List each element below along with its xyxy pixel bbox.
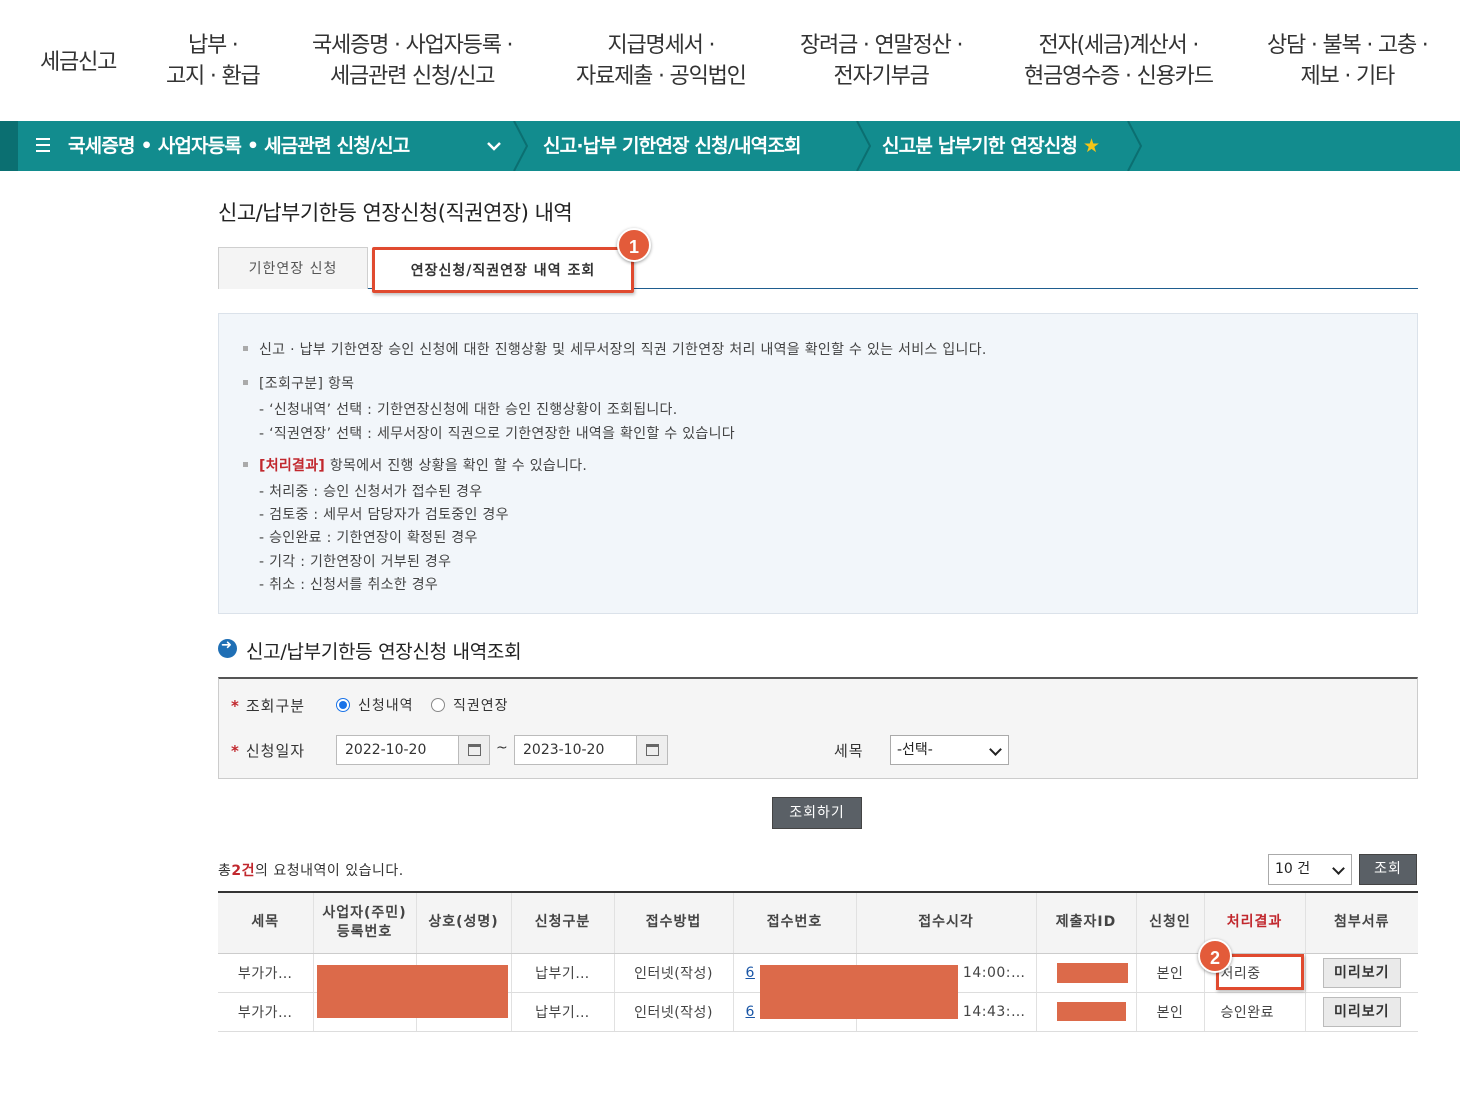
chevron-down-icon: [989, 743, 1002, 756]
radio-application-label[interactable]: 신청내역: [358, 695, 414, 715]
cell-status: 승인완료: [1203, 992, 1305, 1032]
table-header-row: 세목 사업자(주민) 등록번호 상호(성명) 신청구분 접수방법 접수번호 접수…: [218, 891, 1418, 954]
chevron-down-icon: [1332, 862, 1345, 875]
breadcrumb-item-extension[interactable]: 신고·납부 기한연장 신청/내역조회: [543, 121, 802, 171]
info-status-item: - 기각 : 기한연장이 거부된 경우: [259, 554, 452, 570]
step-badge-1: 1: [617, 228, 651, 262]
nav-statements[interactable]: 지급명세서 · 자료제출 · 공익법인: [576, 30, 747, 92]
info-line: - ‘신청내역’ 선택 : 기한연장신청에 대한 승인 진행상황이 조회됩니다.: [259, 402, 678, 418]
cell-tax: 부가가…: [218, 992, 313, 1032]
info-status-item: - 취소 : 신청서를 취소한 경우: [259, 577, 439, 593]
breadcrumb: 국세증명 • 사업자등록 • 세금관련 신청/신고 신고·납부 기한연장 신청/…: [0, 121, 1460, 171]
search-form: * 조회구분 신청내역 직권연장 * 신청일자 2022-10-20 ~ 2023-…: [218, 677, 1418, 779]
nav-certificate[interactable]: 국세증명 · 사업자등록 · 세금관련 신청/신고: [312, 30, 514, 92]
info-status-item: - 처리중 : 승인 신청서가 접수된 경우: [259, 484, 483, 500]
result-count: 총2건의 요청내역이 있습니다.: [218, 863, 404, 879]
cell-method: 인터넷(작성): [613, 953, 733, 993]
tab-bar: 기한연장 신청 연장신청/직권연장 내역 조회: [218, 247, 1418, 293]
col-header: 사업자(주민) 등록번호: [312, 891, 416, 954]
cell-type: 납부기…: [510, 953, 614, 993]
col-header: 상호(성명): [415, 891, 511, 954]
breadcrumb-item-certificate[interactable]: 국세증명 • 사업자등록 • 세금관련 신청/신고: [68, 121, 410, 171]
preview-button[interactable]: 미리보기: [1322, 996, 1401, 1027]
info-line: - ‘직권연장’ 선택 : 세무서장이 직권으로 기한연장한 내역을 확인할 수…: [259, 426, 735, 442]
nav-e-invoice[interactable]: 전자(세금)계산서 · 현금영수증 · 신용카드: [1024, 30, 1214, 92]
cell-attach: 미리보기: [1304, 953, 1418, 993]
page-title: 신고/납부기한등 연장신청(직권연장) 내역: [218, 201, 573, 225]
bullet-icon: [243, 462, 248, 467]
col-header: 접수시각: [855, 891, 1036, 954]
receipt-no-link[interactable]: 6: [746, 1004, 755, 1020]
receipt-no-link[interactable]: 6: [746, 965, 755, 981]
calendar-icon[interactable]: [636, 735, 668, 765]
redaction-block: [760, 965, 958, 1019]
breadcrumb-separator-icon: [513, 121, 529, 171]
col-header: 신청인: [1135, 891, 1204, 954]
date-range-separator: ~: [496, 740, 509, 756]
breadcrumb-left-strip: [0, 121, 18, 171]
query-type-label: * 조회구분: [231, 697, 306, 715]
cell-applicant: 본인: [1135, 953, 1204, 993]
menu-icon[interactable]: [36, 138, 50, 154]
date-from-input[interactable]: 2022-10-20: [336, 735, 459, 765]
col-header: 첨부서류: [1304, 891, 1418, 954]
date-label: * 신청일자: [231, 742, 306, 760]
info-line: 신고 · 납부 기한연장 승인 신청에 대한 진행상황 및 세무서장의 직권 기…: [259, 342, 987, 358]
nav-consult[interactable]: 상담 · 불복 · 고충 · 제보 · 기타: [1267, 30, 1429, 92]
info-status-item: - 검토중 : 세무서 담당자가 검토중인 경우: [259, 507, 509, 523]
section-title: 신고/납부기한등 연장신청 내역조회: [246, 641, 522, 663]
cell-applicant: 본인: [1135, 992, 1204, 1032]
arrow-circle-icon: [218, 638, 237, 658]
favorite-star-icon[interactable]: ★: [1083, 135, 1100, 157]
query-button[interactable]: 조회: [1359, 854, 1417, 885]
tab-extension-apply[interactable]: 기한연장 신청: [218, 247, 368, 289]
step-badge-2: 2: [1198, 939, 1232, 973]
info-line: [처리결과] 항목에서 진행 상황을 확인 할 수 있습니다.: [259, 458, 588, 474]
calendar-icon[interactable]: [458, 735, 490, 765]
page-size-select[interactable]: 10 건: [1268, 854, 1352, 885]
bullet-icon: [243, 346, 248, 351]
preview-button[interactable]: 미리보기: [1322, 957, 1401, 988]
top-navigation: 세금신고 납부 · 고지 · 환급 국세증명 · 사업자등록 · 세금관련 신청/신…: [0, 0, 1460, 121]
col-header: 신청구분: [510, 891, 614, 954]
tab-extension-history[interactable]: 연장신청/직권연장 내역 조회: [372, 247, 634, 293]
col-header: 접수번호: [732, 891, 856, 954]
info-highlight: [처리결과]: [259, 458, 326, 474]
breadcrumb-separator-icon: [856, 121, 872, 171]
col-header: 제출자ID: [1035, 891, 1136, 954]
info-box: 신고 · 납부 기한연장 승인 신청에 대한 진행상황 및 세무서장의 직권 기…: [218, 313, 1418, 614]
cell-attach: 미리보기: [1304, 992, 1418, 1032]
redaction-block: [1057, 1002, 1126, 1021]
col-header: 세목: [218, 891, 313, 954]
cell-tax: 부가가…: [218, 953, 313, 993]
radio-application[interactable]: [336, 698, 350, 712]
redaction-block: [317, 965, 508, 1018]
nav-incentive[interactable]: 장려금 · 연말정산 · 전자기부금: [800, 30, 963, 92]
date-to-input[interactable]: 2023-10-20: [514, 735, 637, 765]
cell-method: 인터넷(작성): [613, 992, 733, 1032]
bullet-icon: [243, 380, 248, 385]
tax-type-select[interactable]: -선택-: [890, 735, 1009, 765]
cell-type: 납부기…: [510, 992, 614, 1032]
search-button[interactable]: 조회하기: [772, 797, 862, 829]
nav-tax-filing[interactable]: 세금신고: [40, 47, 117, 78]
nav-payment[interactable]: 납부 · 고지 · 환급: [166, 30, 261, 92]
redaction-block: [1057, 963, 1128, 983]
info-line: [조회구분] 항목: [259, 376, 355, 392]
breadcrumb-item-current[interactable]: 신고분 납부기한 연장신청 ★: [882, 121, 1100, 171]
chevron-down-icon[interactable]: [486, 139, 502, 153]
breadcrumb-separator-icon: [1127, 121, 1143, 171]
radio-ex-officio[interactable]: [431, 698, 445, 712]
tax-type-label: 세목: [834, 742, 864, 760]
info-status-item: - 승인완료 : 기한연장이 확정된 경우: [259, 530, 478, 546]
col-header: 접수방법: [613, 891, 733, 954]
radio-ex-officio-label[interactable]: 직권연장: [453, 695, 509, 715]
